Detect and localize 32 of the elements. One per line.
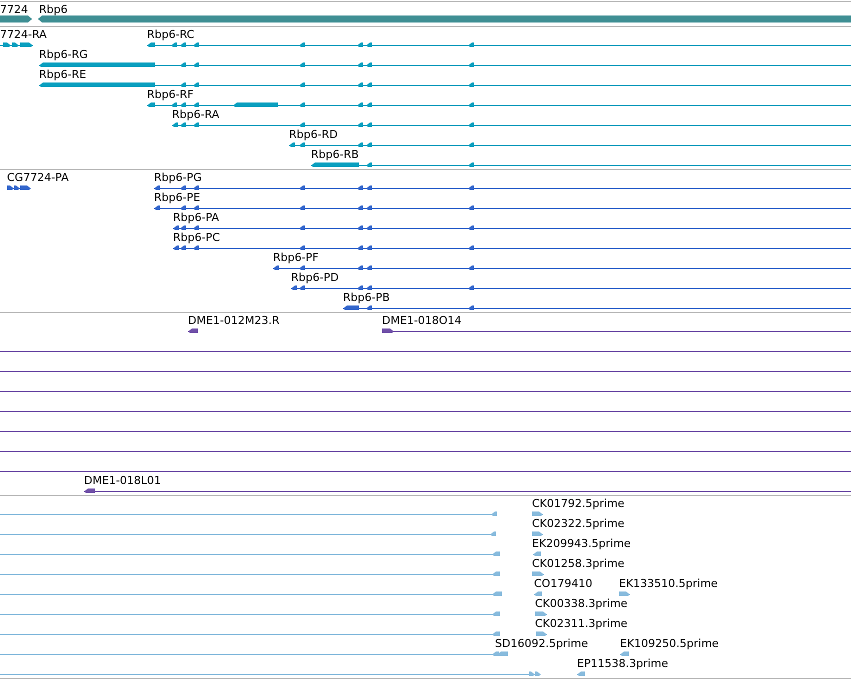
feature-label: Rbp6-RD <box>289 129 338 141</box>
feature-label: EK109250.5prime <box>620 638 719 650</box>
feature-label: EK209943.5prime <box>532 538 631 550</box>
feature-label: Rbp6-RG <box>39 49 88 61</box>
feature-label: DME1-018O14 <box>382 315 462 327</box>
feature-label: Rbp6-PA <box>173 212 220 224</box>
feature-label: Rbp6-PF <box>273 252 319 264</box>
feature-label: Rbp6-RE <box>39 69 86 81</box>
feature-label: Rbp6-PE <box>154 192 200 204</box>
feature-label: EP11538.3prime <box>577 658 668 670</box>
feature-label: Rbp6-RA <box>172 109 220 121</box>
feature-label: Rbp6-PC <box>173 232 220 244</box>
feature-label: Rbp6-PB <box>343 292 390 304</box>
feature-label: EK133510.5prime <box>619 578 718 590</box>
feature-label: Rbp6-PG <box>154 172 202 184</box>
feature-label: Rbp6-RC <box>147 29 194 41</box>
feature-label: DME1-012M23.R <box>188 315 280 327</box>
feature-label: 7724 <box>0 4 28 16</box>
feature-label: SD16092.5prime <box>495 638 588 650</box>
feature-label: Rbp6-PD <box>291 272 339 284</box>
feature-label: DME1-018L01 <box>84 475 161 487</box>
feature-label: CK02322.5prime <box>532 518 624 530</box>
feature-label: Rbp6-RB <box>311 149 359 161</box>
feature-label: Rbp6-RF <box>147 89 194 101</box>
feature-label: CK01792.5prime <box>532 498 624 510</box>
feature-label: 7724-RA <box>0 29 47 41</box>
feature-label: CK01258.3prime <box>532 558 624 570</box>
feature-label: CK00338.3prime <box>535 598 628 610</box>
feature-label: CK02311.3prime <box>535 618 628 630</box>
feature-label: CG7724-PA <box>7 172 69 184</box>
feature-label: Rbp6 <box>39 4 68 16</box>
feature-label: CO179410 <box>534 578 592 590</box>
